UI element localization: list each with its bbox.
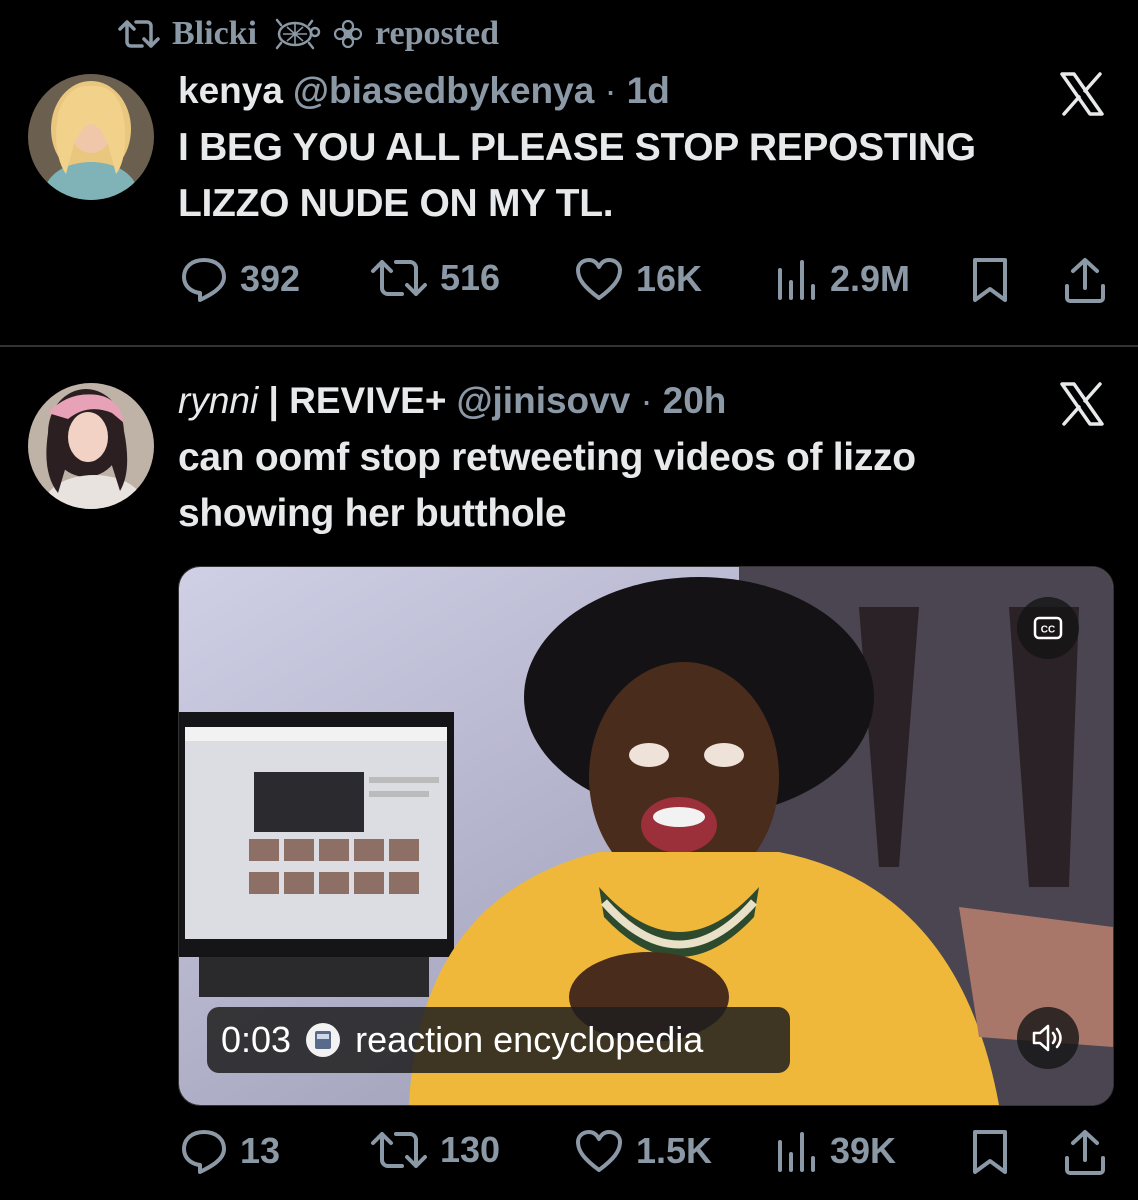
- tweet-header: rynni | REVIVE+ @jinisovv · 20h: [178, 380, 726, 422]
- turtle-icon: [275, 18, 321, 50]
- tweet-divider: [0, 345, 1138, 347]
- video-info-chip: 0:03 reaction encyclopedia: [207, 1007, 790, 1073]
- reply-icon: [182, 1130, 226, 1174]
- like-button[interactable]: 16K: [574, 256, 702, 302]
- share-button[interactable]: [1062, 256, 1108, 304]
- like-button[interactable]: 1.5K: [574, 1128, 712, 1174]
- share-icon: [1065, 258, 1105, 303]
- tweet-text-line: I BEG YOU ALL PLEASE STOP REPOSTING: [178, 126, 976, 169]
- bookmark-icon: [973, 1130, 1007, 1174]
- display-name[interactable]: kenya: [178, 70, 283, 112]
- view-count: 2.9M: [830, 258, 911, 299]
- display-name-rest: | REVIVE+: [268, 380, 447, 421]
- views-button[interactable]: 39K: [774, 1128, 896, 1174]
- tweet-text-line: LIZZO NUDE ON MY TL.: [178, 182, 614, 225]
- timestamp[interactable]: 20h: [663, 380, 727, 422]
- video-player[interactable]: CC 0:03 reaction encyclopedia: [178, 566, 1114, 1106]
- share-button[interactable]: [1062, 1128, 1108, 1176]
- like-count: 1.5K: [636, 1130, 713, 1171]
- analytics-icon: [778, 260, 815, 300]
- cc-label: CC: [1041, 625, 1055, 636]
- video-timestamp: 0:03: [221, 1019, 292, 1060]
- avatar[interactable]: [28, 383, 154, 509]
- reply-button[interactable]: 392: [180, 256, 300, 302]
- repost-button[interactable]: 130: [370, 1128, 500, 1172]
- views-button[interactable]: 2.9M: [774, 256, 910, 302]
- view-count: 39K: [830, 1130, 897, 1171]
- repost-user[interactable]: Blicki: [172, 15, 257, 53]
- share-icon: [1065, 1130, 1105, 1175]
- mute-button[interactable]: [1017, 1007, 1079, 1069]
- like-count: 16K: [636, 258, 703, 299]
- repost-attribution: Blicki reposted: [118, 12, 499, 56]
- display-name-italic: rynni: [178, 380, 259, 421]
- repost-count: 516: [440, 257, 501, 298]
- bookmark-button[interactable]: [970, 256, 1010, 304]
- separator-dot: ·: [604, 70, 617, 111]
- reply-count: 392: [240, 258, 301, 299]
- tweet-text: can oomf stop retweeting videos of lizzo…: [178, 430, 1098, 542]
- volume-icon: [1032, 1024, 1062, 1052]
- x-logo-icon: [1060, 382, 1104, 426]
- tweet-text-line: can oomf stop retweeting videos of lizzo: [178, 436, 916, 479]
- captions-button[interactable]: CC: [1017, 597, 1079, 659]
- repost-button[interactable]: 516: [370, 256, 500, 300]
- repost-icon: [371, 260, 427, 296]
- tweet-text: I BEG YOU ALL PLEASE STOP REPOSTING LIZZ…: [178, 120, 1078, 232]
- repost-icon: [118, 20, 160, 48]
- reply-button[interactable]: 13: [180, 1128, 280, 1174]
- separator-dot: ·: [640, 380, 653, 421]
- x-logo-icon: [1060, 72, 1104, 116]
- tweet-text-line: showing her butthole: [178, 492, 567, 535]
- reply-count: 13: [240, 1130, 281, 1171]
- heart-icon: [576, 1130, 622, 1172]
- tweet-header: kenya @biasedbykenya · 1d: [178, 70, 670, 112]
- bookmark-button[interactable]: [970, 1128, 1010, 1176]
- user-handle[interactable]: @jinisovv: [456, 380, 630, 422]
- repost-verb: reposted: [375, 15, 500, 52]
- timestamp[interactable]: 1d: [627, 70, 670, 112]
- heart-icon: [576, 258, 622, 300]
- bookmark-icon: [973, 258, 1007, 302]
- reply-icon: [182, 258, 226, 302]
- repost-icon: [371, 1132, 427, 1168]
- user-handle[interactable]: @biasedbykenya: [293, 70, 594, 112]
- analytics-icon: [778, 1132, 815, 1172]
- repost-count: 130: [440, 1129, 501, 1170]
- avatar[interactable]: [28, 74, 154, 200]
- display-name[interactable]: rynni | REVIVE+: [178, 380, 446, 422]
- cc-icon: CC: [1033, 616, 1063, 640]
- flower-icon: [333, 19, 363, 49]
- channel-avatar-icon: [306, 1023, 341, 1057]
- video-channel-name[interactable]: reaction encyclopedia: [355, 1019, 703, 1061]
